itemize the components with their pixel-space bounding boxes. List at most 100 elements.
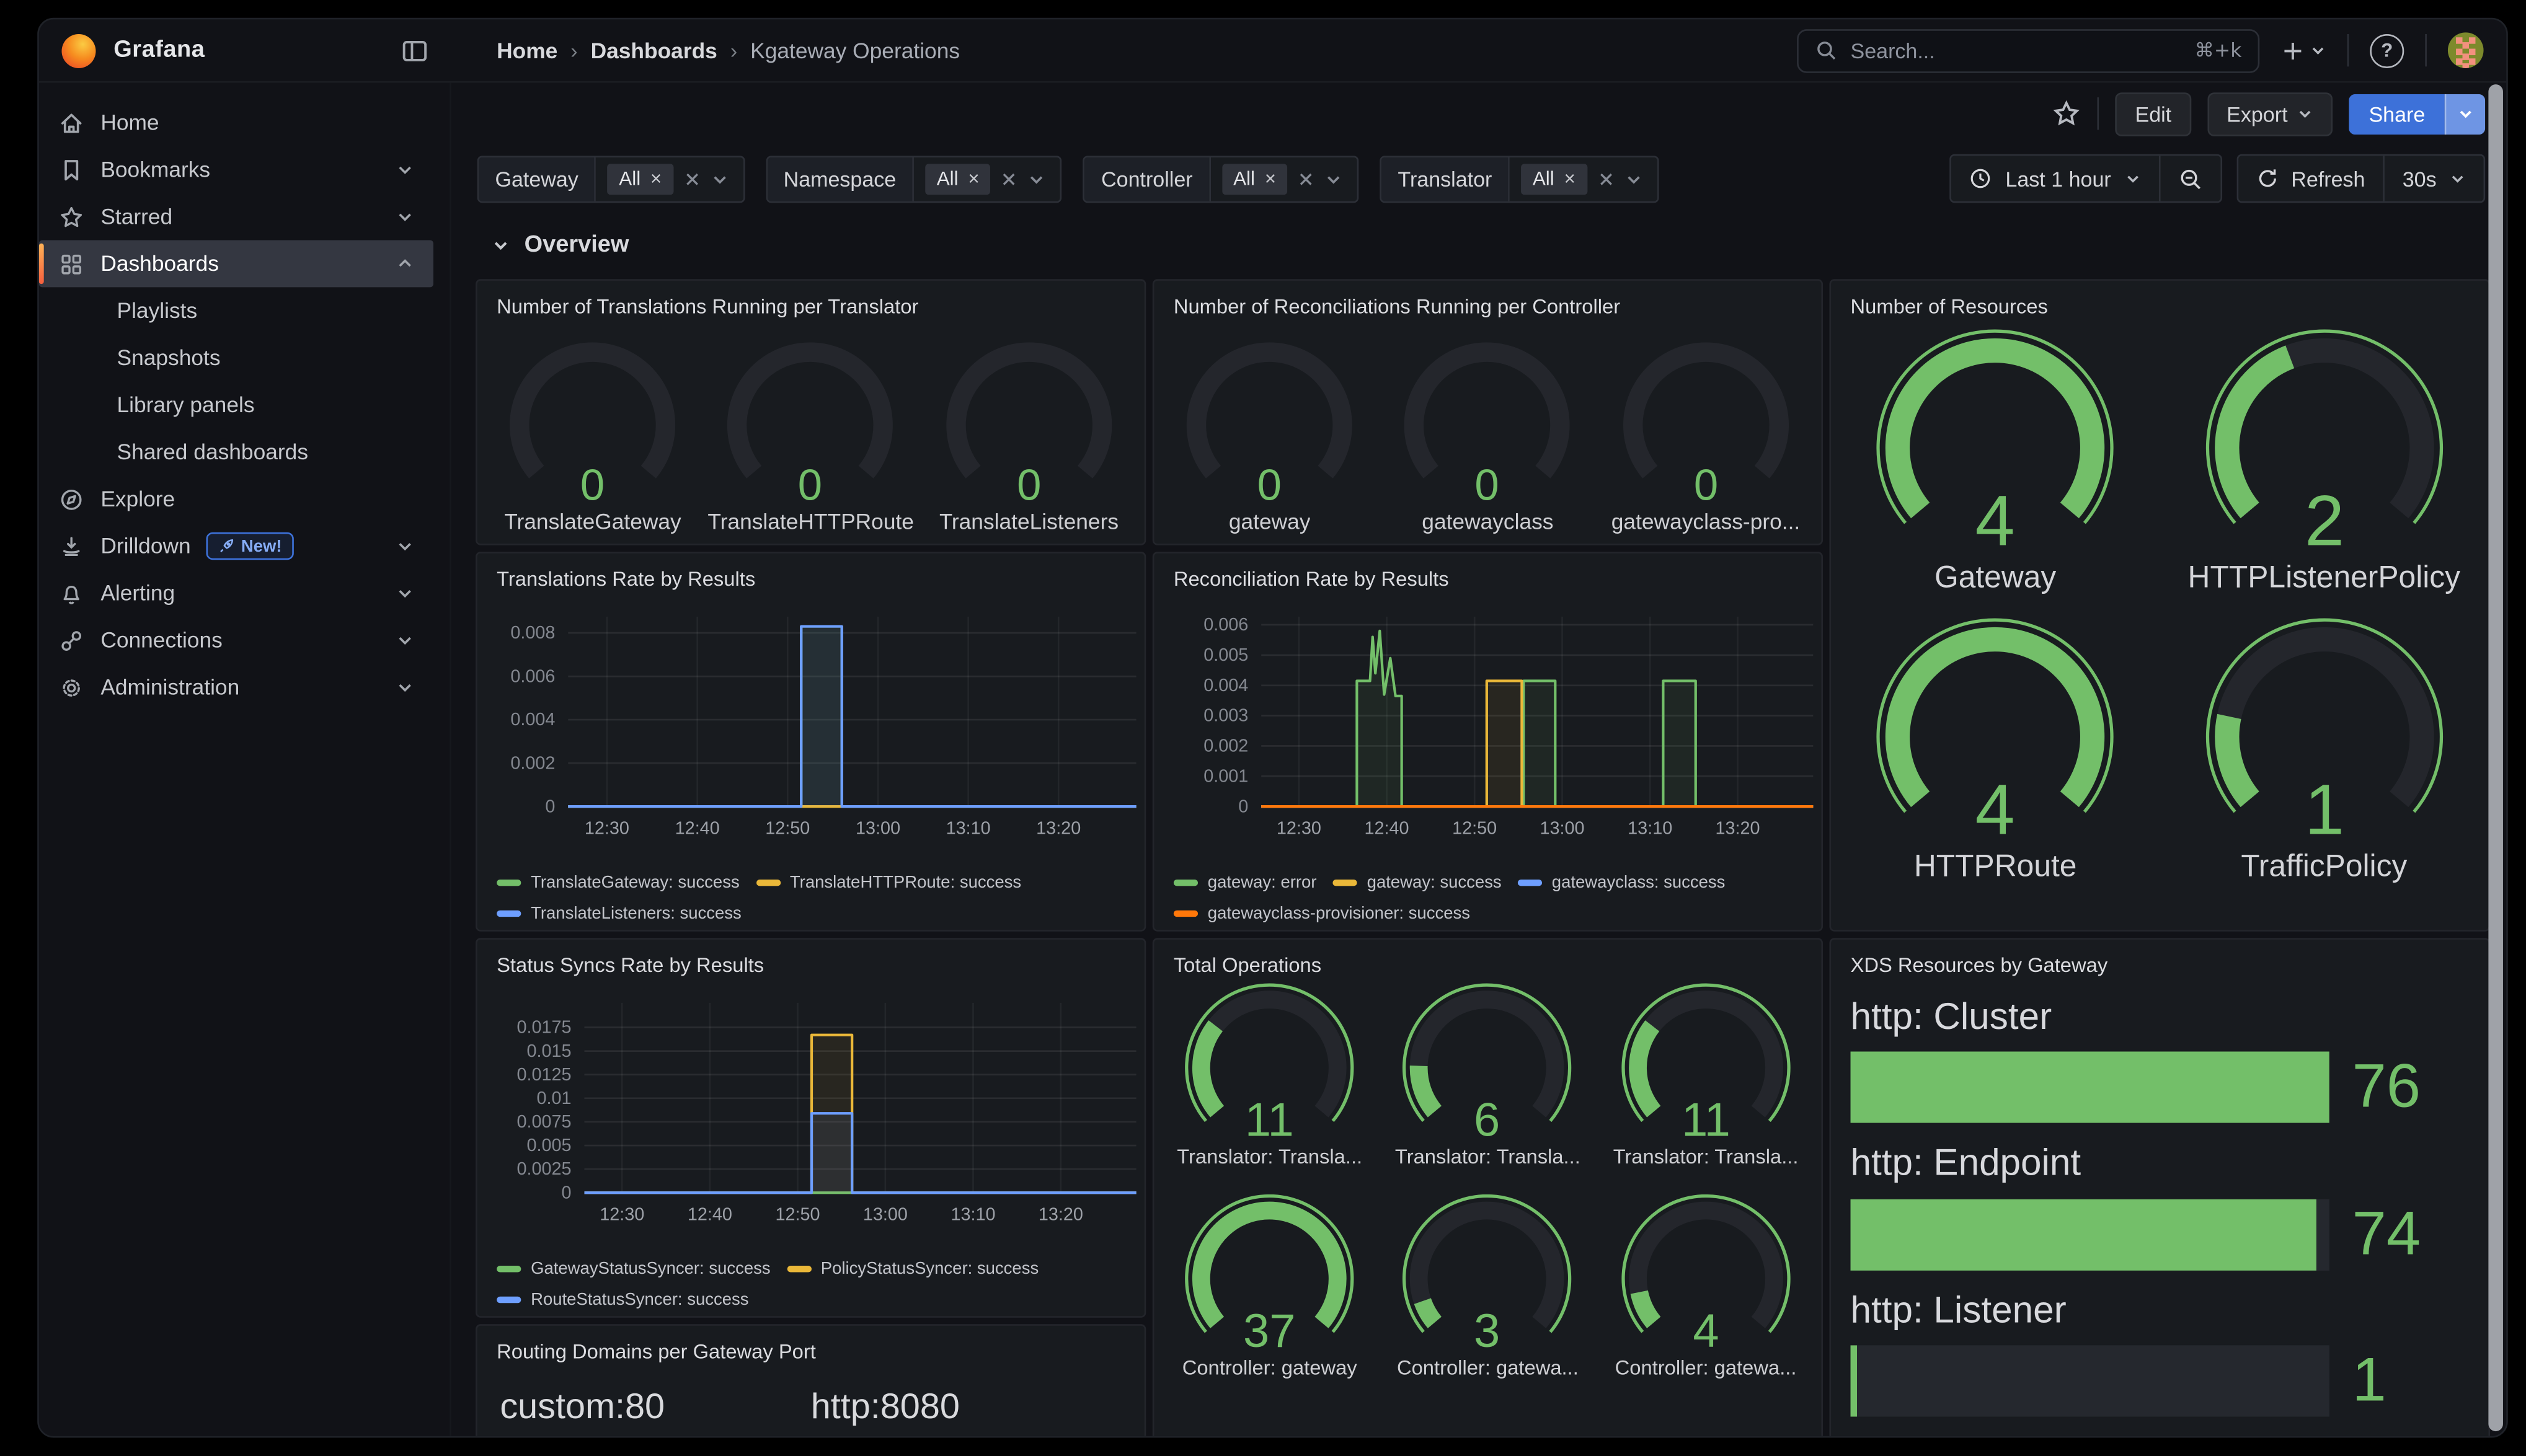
- legend-item[interactable]: gateway: error: [1174, 873, 1317, 892]
- gauge-value: 1: [2304, 770, 2344, 850]
- divider: [2425, 34, 2427, 66]
- legend-item[interactable]: TranslateGateway: success: [497, 873, 740, 892]
- legend-item[interactable]: TranslateHTTPRoute: success: [756, 873, 1021, 892]
- sidebar-toggle-icon[interactable]: [401, 37, 429, 64]
- panel-routing-domains[interactable]: Routing Domains per Gateway Port custom:…: [476, 1324, 1146, 1436]
- sidebar-item-home[interactable]: Home: [39, 99, 433, 146]
- breadcrumb-item[interactable]: Home: [497, 38, 557, 63]
- grafana-logo-icon[interactable]: [61, 33, 95, 68]
- clear-filter-icon[interactable]: [685, 171, 699, 186]
- breadcrumb: Home›Dashboards›Kgateway Operations: [451, 38, 960, 63]
- user-avatar[interactable]: [2448, 32, 2484, 68]
- sidebar-item-administration[interactable]: Administration: [39, 664, 433, 711]
- gauge: 0gatewayclass: [1380, 334, 1595, 534]
- breadcrumb-item[interactable]: Dashboards: [591, 38, 717, 63]
- gear-icon: [58, 674, 84, 700]
- panel-status-syncs-rate[interactable]: Status Syncs Rate by Results 00.00250.00…: [476, 938, 1146, 1318]
- sidebar-item-drilldown[interactable]: DrilldownNew!: [39, 523, 433, 570]
- vertical-scrollbar[interactable]: [2488, 84, 2503, 1431]
- legend-item[interactable]: gateway: success: [1333, 873, 1502, 892]
- gauge-value: 2: [2304, 482, 2344, 561]
- zoom-out-button[interactable]: [2160, 166, 2220, 190]
- search-icon: [1815, 39, 1838, 62]
- legend-item[interactable]: RouteStatusSyncer: success: [497, 1290, 748, 1309]
- breadcrumb-item[interactable]: Kgateway Operations: [750, 38, 960, 63]
- y-tick-label: 0.008: [510, 623, 555, 643]
- legend-item[interactable]: gatewayclass: success: [1518, 873, 1726, 892]
- sidebar-item-connections[interactable]: Connections: [39, 617, 433, 664]
- export-button[interactable]: Export: [2207, 92, 2333, 136]
- add-button[interactable]: [2280, 38, 2326, 63]
- filter-value-chip[interactable]: All×: [1222, 163, 1288, 194]
- legend-item[interactable]: TranslateListeners: success: [497, 904, 742, 923]
- filter-gateway[interactable]: GatewayAll×: [477, 155, 745, 202]
- gauge-value: 4: [1693, 1305, 1719, 1357]
- sidebar-item-snapshots[interactable]: Snapshots: [39, 334, 433, 381]
- chevron-down-icon[interactable]: [1624, 170, 1642, 188]
- sidebar-item-label: Snapshots: [117, 346, 220, 370]
- sidebar-item-shared-dashboards[interactable]: Shared dashboards: [39, 428, 433, 475]
- nav-right: Home›Dashboards›Kgateway Operations Sear…: [451, 19, 2506, 81]
- rocket-icon: [217, 537, 235, 555]
- clear-filter-icon[interactable]: [1002, 171, 1017, 186]
- panel-title: Number of Resources: [1831, 281, 2488, 318]
- sidebar-item-playlists[interactable]: Playlists: [39, 287, 433, 334]
- y-tick-label: 0: [562, 1183, 572, 1202]
- chevron-up-icon: [396, 255, 414, 273]
- filter-namespace[interactable]: NamespaceAll×: [766, 155, 1062, 202]
- sidebar-item-label: Shared dashboards: [117, 439, 308, 464]
- clock-icon: [1970, 167, 1993, 190]
- clear-filter-icon[interactable]: [1598, 171, 1613, 186]
- chevron-down-icon[interactable]: [1325, 170, 1343, 188]
- app-body: HomeBookmarksStarredDashboardsPlaylists S…: [39, 83, 2506, 1436]
- filter-controller[interactable]: ControllerAll×: [1083, 155, 1358, 202]
- gauge-value: 37: [1243, 1305, 1295, 1357]
- panel-xds-resources[interactable]: XDS Resources by Gateway http: Cluster76…: [1829, 938, 2490, 1436]
- close-icon[interactable]: ×: [1564, 167, 1575, 190]
- sidebar-item-starred[interactable]: Starred: [39, 193, 433, 240]
- bar-gauge-title: http: Listener: [1851, 1289, 2469, 1330]
- sidebar-item-dashboards[interactable]: Dashboards: [39, 240, 433, 287]
- filter-translator[interactable]: TranslatorAll×: [1380, 155, 1659, 202]
- share-button[interactable]: Share: [2349, 94, 2445, 134]
- panel-title: Status Syncs Rate by Results: [477, 940, 1145, 977]
- close-icon[interactable]: ×: [1265, 167, 1276, 190]
- search-input[interactable]: Search... ⌘+k: [1797, 29, 2259, 73]
- refresh-interval-picker[interactable]: 30s: [2385, 166, 2484, 190]
- favorite-star-icon[interactable]: [2052, 99, 2081, 128]
- time-range-picker[interactable]: Last 1 hour: [1952, 166, 2158, 190]
- close-icon[interactable]: ×: [968, 167, 979, 190]
- close-icon[interactable]: ×: [650, 167, 662, 190]
- panel-total-operations[interactable]: Total Operations 11Translator: Transla..…: [1153, 938, 1823, 1436]
- help-icon[interactable]: ?: [2370, 33, 2404, 68]
- filter-value-chip[interactable]: All×: [1522, 163, 1587, 194]
- chevron-down-icon[interactable]: [711, 170, 729, 188]
- panel-translations-running[interactable]: Number of Translations Running per Trans…: [476, 279, 1146, 545]
- bar-track: [1851, 1199, 2329, 1270]
- sidebar-item-alerting[interactable]: Alerting: [39, 570, 433, 617]
- panel-number-of-resources[interactable]: Number of Resources 4Gateway2HTTPListene…: [1829, 279, 2490, 931]
- panel-translations-rate[interactable]: Translations Rate by Results 00.0020.004…: [476, 552, 1146, 932]
- gauge-value: 0: [1476, 460, 1500, 509]
- legend-item[interactable]: gatewayclass-provisioner: success: [1174, 904, 1470, 923]
- x-tick-label: 12:30: [600, 1205, 644, 1225]
- edit-button[interactable]: Edit: [2116, 92, 2191, 136]
- sidebar-item-bookmarks[interactable]: Bookmarks: [39, 146, 433, 193]
- filter-value-chip[interactable]: All×: [925, 163, 991, 194]
- filter-value-chip[interactable]: All×: [608, 163, 673, 194]
- chevron-down-icon[interactable]: [1028, 170, 1046, 188]
- refresh-button[interactable]: Refresh: [2238, 166, 2383, 190]
- panel-reconciliations-running[interactable]: Number of Reconciliations Running per Co…: [1153, 279, 1823, 545]
- panel-reconciliation-rate[interactable]: Reconciliation Rate by Results 00.0010.0…: [1153, 552, 1823, 932]
- sidebar: HomeBookmarksStarredDashboardsPlaylists S…: [39, 83, 451, 1436]
- sidebar-item-library-panels[interactable]: Library panels: [39, 381, 433, 428]
- row-header-overview[interactable]: Overview: [492, 232, 629, 258]
- y-tick-label: 0.005: [1203, 645, 1248, 665]
- clear-filter-icon[interactable]: [1299, 171, 1314, 186]
- y-tick-label: 0.002: [1203, 736, 1248, 756]
- legend-item[interactable]: PolicyStatusSyncer: success: [787, 1260, 1039, 1279]
- refresh-icon: [2256, 167, 2279, 190]
- legend-item[interactable]: GatewayStatusSyncer: success: [497, 1260, 771, 1279]
- share-dropdown-button[interactable]: [2445, 94, 2485, 134]
- sidebar-item-explore[interactable]: Explore: [39, 475, 433, 523]
